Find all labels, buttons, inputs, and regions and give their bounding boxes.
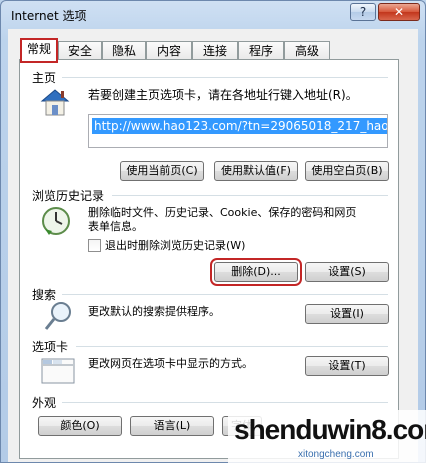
search-divider (62, 294, 388, 295)
tab-privacy[interactable]: 隐私 (102, 41, 146, 61)
colors-button[interactable]: 颜色(O) (38, 416, 122, 436)
tabs-divider (76, 346, 388, 347)
home-section-label: 主页 (32, 71, 57, 85)
delete-history-button[interactable]: 删除(D)... (210, 258, 302, 286)
help-button[interactable]: ? (350, 3, 376, 21)
history-description-line2: 表单信息。 (88, 220, 143, 233)
tab-connections[interactable]: 连接 (192, 41, 238, 61)
tab-general[interactable]: 常规 (20, 38, 58, 63)
tabs-section-label: 选项卡 (32, 340, 69, 354)
use-current-page-button[interactable]: 使用当前页(C) (120, 161, 204, 181)
delete-history-on-exit-label: 退出时删除浏览历史记录(W) (105, 239, 246, 252)
site-watermark: shenduwin8.com xitongcheng.com (228, 410, 426, 463)
close-button[interactable]: ✕ (378, 3, 420, 21)
tabs-window-icon (41, 358, 75, 384)
home-page-url-text: http://www.hao123.com/?tn=29065018_217_h… (92, 118, 387, 134)
search-description: 更改默认的搜索提供程序。 (88, 305, 220, 318)
use-default-button[interactable]: 使用默认值(F) (214, 161, 298, 181)
history-divider (112, 195, 388, 196)
history-clock-icon (42, 207, 70, 235)
search-settings-button[interactable]: 设置(I) (305, 304, 389, 324)
history-settings-button[interactable]: 设置(S) (305, 262, 389, 282)
tabs-settings-button[interactable]: 设置(T) (305, 356, 389, 376)
home-divider (62, 77, 388, 78)
tab-programs[interactable]: 程序 (238, 41, 284, 61)
appearance-section-label: 外观 (32, 396, 57, 410)
home-page-url-textarea[interactable]: http://www.hao123.com/?tn=29065018_217_h… (88, 114, 388, 148)
delete-history-on-exit-checkbox[interactable] (88, 239, 101, 252)
watermark-main-text: shenduwin8.com (234, 414, 426, 445)
home-house-icon (40, 89, 70, 116)
tab-content[interactable]: 内容 (146, 41, 192, 61)
watermark-sub-text: xitongcheng.com (298, 449, 374, 460)
use-blank-page-button[interactable]: 使用空白页(B) (305, 161, 389, 181)
tab-security[interactable]: 安全 (58, 41, 102, 61)
search-magnifier-icon (44, 302, 71, 330)
title-bar: Internet 选项 ? ✕ (1, 1, 425, 29)
window-title: Internet 选项 (11, 9, 87, 23)
languages-button[interactable]: 语言(L) (130, 416, 214, 436)
tab-advanced[interactable]: 高级 (284, 41, 330, 61)
appearance-divider (62, 402, 388, 403)
home-description: 若要创建主页选项卡，请在各地址行键入地址(R)。 (88, 88, 358, 102)
history-section-label: 浏览历史记录 (32, 189, 105, 203)
history-description-line1: 删除临时文件、历史记录、Cookie、保存的密码和网页 (88, 206, 357, 219)
tabs-description: 更改网页在选项卡中显示的方式。 (88, 357, 253, 370)
